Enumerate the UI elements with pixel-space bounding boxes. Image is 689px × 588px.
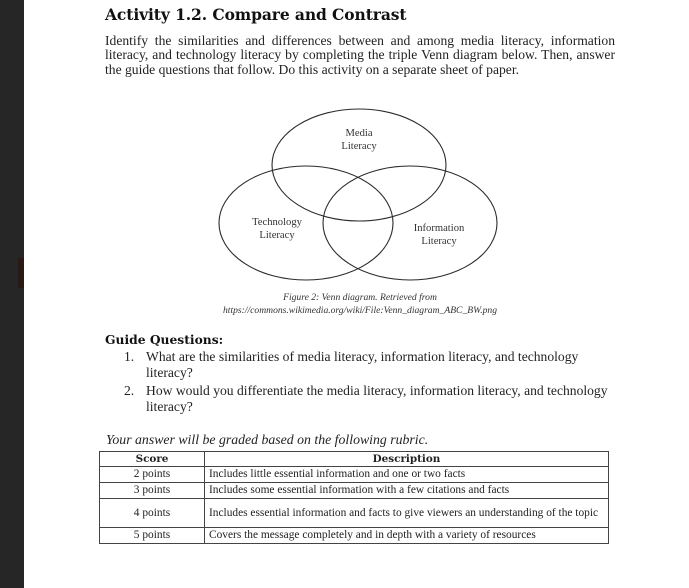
- venn-label-media-line1: Media: [345, 128, 373, 139]
- venn-label-information-line2: Literacy: [421, 236, 457, 247]
- venn-label-media: Media Literacy: [329, 127, 389, 153]
- rubric-row: 4 points Includes essential information …: [99, 498, 609, 528]
- venn-label-information-line1: Information: [413, 223, 465, 234]
- rubric-intro: Your answer will be graded based on the …: [106, 432, 429, 447]
- venn-label-media-line2: Literacy: [341, 141, 377, 152]
- venn-label-technology: Technology Literacy: [242, 216, 312, 242]
- activity-title: Activity 1.2. Compare and Contrast: [105, 5, 407, 24]
- venn-label-technology-line1: Technology: [252, 217, 302, 228]
- rubric-description: Includes essential information and facts…: [204, 498, 609, 528]
- rubric-score: 5 points: [99, 527, 205, 544]
- venn-label-information: Information Literacy: [402, 222, 476, 248]
- rubric-score: 3 points: [99, 482, 205, 499]
- figure-caption-line1: Figure 2: Venn diagram. Retrieved from: [283, 292, 437, 303]
- rubric-score: 2 points: [99, 466, 205, 483]
- rubric-header-score: Score: [99, 451, 205, 467]
- rubric-score: 4 points: [99, 498, 205, 528]
- question-number: 2.: [124, 383, 135, 398]
- rubric-table: Score Description 2 points Includes litt…: [99, 451, 609, 544]
- rubric-description: Includes some essential information with…: [204, 482, 609, 499]
- figure-caption-source: https://commons.wikimedia.org/wiki/File:…: [222, 305, 498, 316]
- venn-diagram: Media Literacy Technology Literacy Infor…: [200, 100, 520, 289]
- rubric-row: 5 points Covers the message completely a…: [99, 527, 609, 544]
- rubric-row: 3 points Includes some essential informa…: [99, 482, 609, 499]
- rubric-header-row: Score Description: [99, 451, 609, 467]
- viewer-side-strip: [0, 0, 24, 588]
- question-text: What are the similarities of media liter…: [146, 349, 579, 380]
- rubric-row: 2 points Includes little essential infor…: [99, 466, 609, 483]
- question-number: 1.: [124, 349, 135, 364]
- guide-questions-heading: Guide Questions:: [105, 332, 224, 347]
- figure-caption: Figure 2: Venn diagram. Retrieved from h…: [180, 291, 540, 317]
- activity-instructions: Identify the similarities and difference…: [105, 33, 615, 77]
- venn-label-technology-line2: Literacy: [259, 230, 295, 241]
- rubric-description: Covers the message completely and in dep…: [204, 527, 609, 544]
- venn-circle-media: [271, 108, 447, 222]
- rubric-description: Includes little essential information an…: [204, 466, 609, 483]
- question-text: How would you differentiate the media li…: [146, 383, 608, 414]
- rubric-header-description: Description: [204, 451, 609, 467]
